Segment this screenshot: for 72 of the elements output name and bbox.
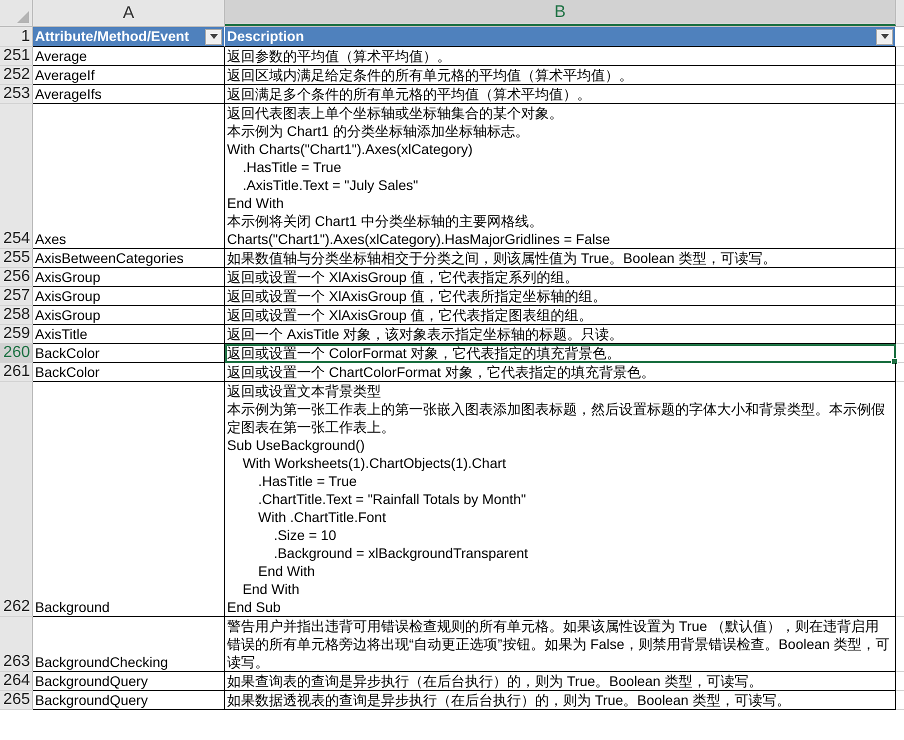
table-cell: BackgroundChecking bbox=[33, 617, 225, 672]
filter-button[interactable] bbox=[876, 28, 893, 44]
table-cell: AxisGroup bbox=[33, 287, 225, 306]
row-number[interactable]: 262 bbox=[0, 382, 33, 617]
row-number[interactable]: 256 bbox=[0, 268, 33, 287]
table-cell: AxisGroup bbox=[33, 268, 225, 287]
row-number[interactable]: 261 bbox=[0, 363, 33, 382]
description-line: .HasTitle = True bbox=[242, 158, 342, 176]
description-line: 返回或设置一个 XlAxisGroup 值，它代表指定图表组的组。 bbox=[227, 306, 594, 324]
row-number[interactable]: 254 bbox=[0, 104, 33, 249]
description-line: 返回或设置文本背景类型 bbox=[227, 382, 382, 400]
header-label: Description bbox=[227, 27, 304, 46]
table-cell: BackgroundQuery bbox=[33, 691, 225, 710]
row-number[interactable]: 252 bbox=[0, 66, 33, 85]
description-line: .Size = 10 bbox=[272, 526, 338, 544]
table-cell: AverageIf bbox=[33, 66, 225, 85]
header-label: Attribute/Method/Event bbox=[35, 27, 189, 46]
row-number[interactable]: 259 bbox=[0, 325, 33, 344]
description-line: 警告用户并指出违背可用错误检查规则的所有单元格。如果该属性设置为 True （默认值），则在违背启用错误的所有单元格旁边将出现“自动更正选项”按钮。如果为 False，则禁用背景错误检查。Boolean 类型，可读写。 bbox=[227, 617, 891, 671]
table-cell: AxisBetweenCategories bbox=[33, 249, 225, 268]
table-cell: Axes bbox=[33, 104, 225, 249]
dropdown-arrow-icon bbox=[210, 34, 218, 39]
row-number[interactable]: 263 bbox=[0, 617, 33, 672]
description-line: With Worksheets(1).ChartObjects(1).Chart bbox=[242, 454, 508, 472]
filter-button[interactable] bbox=[205, 28, 222, 44]
row-number[interactable]: 251 bbox=[0, 47, 33, 66]
fill-handle[interactable] bbox=[891, 358, 898, 365]
description-line: 本示例为 Chart1 的分类坐标轴添加坐标轴标志。 bbox=[227, 122, 530, 140]
description-line: Charts("Chart1").Axes(xlCategory).HasMajorGridlines = False bbox=[227, 230, 611, 248]
description-line: 本示例将关闭 Chart1 中分类坐标轴的主要网格线。 bbox=[227, 212, 544, 230]
description-line: End With bbox=[242, 580, 300, 598]
table-cell: AverageIfs bbox=[33, 85, 225, 104]
description-line: 返回或设置一个 ChartColorFormat 对象，它代表指定的填充背景色。 bbox=[227, 363, 656, 381]
row-number[interactable]: 257 bbox=[0, 287, 33, 306]
table-cell: AxisTitle bbox=[33, 325, 225, 344]
description-line: .AxisTitle.Text = "July Sales" bbox=[242, 176, 420, 194]
description-line: End With bbox=[227, 194, 285, 212]
row-number[interactable]: 258 bbox=[0, 306, 33, 325]
row-number[interactable]: 264 bbox=[0, 672, 33, 691]
description-line: 返回或设置一个 XlAxisGroup 值，它代表所指定坐标轴的组。 bbox=[227, 287, 608, 305]
description-line: End Sub bbox=[227, 598, 282, 616]
description-line: 返回代表图表上单个坐标轴或坐标轴集合的某个对象。 bbox=[227, 104, 564, 122]
description-line: With .ChartTitle.Font bbox=[257, 508, 387, 526]
table-cell: Background bbox=[33, 382, 225, 617]
description-line: With Charts("Chart1").Axes(xlCategory) bbox=[227, 140, 474, 158]
description-line: .ChartTitle.Text = "Rainfall Totals by Month" bbox=[257, 490, 528, 508]
description-line: 返回区域内满足给定条件的所有单元格的平均值（算术平均值）。 bbox=[227, 66, 634, 84]
table-cell: BackColor bbox=[33, 363, 225, 382]
description-line: 返回或设置一个 ColorFormat 对象，它代表指定的填充背景色。 bbox=[227, 344, 622, 362]
dropdown-arrow-icon bbox=[880, 34, 888, 39]
row-number[interactable]: 265 bbox=[0, 691, 33, 710]
table-cell: BackColor bbox=[33, 344, 225, 363]
description-line: .HasTitle = True bbox=[257, 472, 358, 490]
description-line: 返回一个 AxisTitle 对象，该对象表示指定坐标轴的标题。只读。 bbox=[227, 325, 624, 343]
row-number[interactable]: 255 bbox=[0, 249, 33, 268]
row-number[interactable]: 1 bbox=[0, 27, 33, 47]
description-line: End With bbox=[257, 562, 316, 580]
description-line: 返回或设置一个 XlAxisGroup 值，它代表指定系列的组。 bbox=[227, 268, 580, 286]
row-number[interactable]: 253 bbox=[0, 85, 33, 104]
table-cell: AxisGroup bbox=[33, 306, 225, 325]
description-line: 返回满足多个条件的所有单元格的平均值（算术平均值）。 bbox=[227, 85, 592, 103]
table-cell: Average bbox=[33, 47, 225, 66]
description-line: Sub UseBackground() bbox=[227, 436, 366, 454]
description-line: 返回参数的平均值（算术平均值）。 bbox=[227, 47, 452, 65]
description-line: 本示例为第一张工作表上的第一张嵌入图表添加图表标题，然后设置标题的字体大小和背景类型。本示例假定图表在第一张工作表上。 bbox=[227, 400, 886, 436]
description-line: .Background = xlBackgroundTransparent bbox=[272, 544, 530, 562]
description-line: 如果查询表的查询是异步执行（在后台执行）的，则为 True。Boolean 类型，可读写。 bbox=[227, 672, 764, 690]
table-cell: BackgroundQuery bbox=[33, 672, 225, 691]
description-line: 如果数据透视表的查询是异步执行（在后台执行）的，则为 True。Boolean 类型，可读写。 bbox=[227, 691, 792, 709]
column-header[interactable]: B bbox=[225, 0, 896, 26]
description-line: 如果数值轴与分类坐标轴相交于分类之间，则该属性值为 True。Boolean 类型，可读写。 bbox=[227, 249, 778, 267]
row-number[interactable]: 260 bbox=[0, 344, 33, 363]
